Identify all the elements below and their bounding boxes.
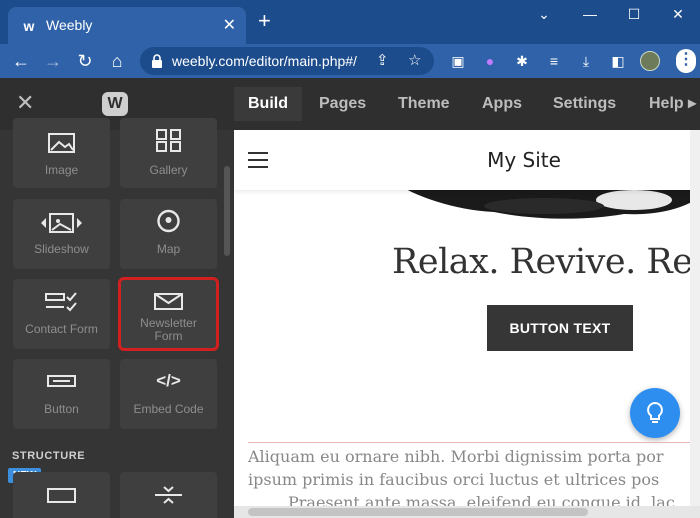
- tab-build[interactable]: Build: [234, 87, 302, 121]
- element-tile-contact-form[interactable]: Contact Form: [13, 279, 110, 349]
- address-bar[interactable]: weebly.com/editor/main.php#/ ⇪ ☆: [140, 47, 434, 75]
- browser-tab[interactable]: w Weebly ✕: [8, 7, 246, 44]
- tab-help[interactable]: Help ▸: [635, 87, 696, 121]
- minimize-icon[interactable]: —: [580, 6, 600, 22]
- site-title[interactable]: My Site: [487, 148, 561, 172]
- extensions-puzzle-icon[interactable]: ✱: [512, 51, 532, 71]
- profile-avatar[interactable]: [640, 51, 660, 71]
- divider-icon: [155, 486, 182, 504]
- element-tile-slideshow[interactable]: Slideshow: [13, 199, 110, 269]
- help-lightbulb-button[interactable]: [630, 388, 680, 438]
- element-tile-map[interactable]: Map: [120, 199, 217, 269]
- weebly-favicon-icon: w: [23, 18, 35, 34]
- tile-label: Gallery: [149, 163, 188, 177]
- close-tab-icon[interactable]: ✕: [223, 15, 236, 35]
- tab-title: Weebly: [46, 17, 93, 33]
- close-window-icon[interactable]: ✕: [668, 6, 688, 23]
- bookmark-star-icon[interactable]: ☆: [408, 51, 421, 69]
- tile-label: Embed Code: [133, 402, 204, 416]
- hero-tagline[interactable]: Relax. Revive. Repeat: [392, 242, 700, 282]
- structure-section-label: STRUCTURE: [12, 450, 86, 462]
- tile-label: Contact Form: [25, 322, 98, 336]
- paragraph-line: ipsum primis in faucibus orci luctus et …: [248, 470, 660, 489]
- tab-search-icon[interactable]: ⌄: [534, 6, 554, 23]
- share-icon[interactable]: ⇪: [376, 51, 389, 69]
- home-icon[interactable]: ⌂: [106, 50, 128, 72]
- body-paragraph[interactable]: Aliquam eu ornare nibh. Morbi dignissim …: [248, 442, 700, 514]
- paragraph-line: Aliquam eu ornare nibh. Morbi dignissim …: [248, 447, 664, 466]
- slideshow-icon: [41, 213, 82, 233]
- browser-titlebar: w Weebly ✕ + ⌄ — ☐ ✕: [0, 0, 700, 44]
- canvas-vertical-scrollbar[interactable]: [690, 130, 700, 506]
- element-tile-button[interactable]: Button: [13, 359, 110, 429]
- contact-form-icon: [45, 292, 77, 312]
- button-icon: [47, 375, 76, 387]
- tile-label: Slideshow: [34, 242, 89, 256]
- map-pin-icon: [157, 209, 180, 233]
- sidebar-scrollbar[interactable]: [224, 166, 230, 256]
- lightbulb-icon: [647, 401, 663, 423]
- tile-label-line2: Form: [154, 329, 183, 343]
- hamburger-menu-icon[interactable]: [248, 152, 268, 168]
- image-icon: [48, 133, 75, 153]
- envelope-icon: [154, 293, 183, 310]
- gallery-icon: [156, 129, 181, 152]
- site-header: My Site: [234, 130, 700, 190]
- extension-circle-icon[interactable]: ●: [480, 51, 500, 71]
- lock-icon: [152, 54, 162, 68]
- download-icon[interactable]: ⤓: [576, 51, 596, 71]
- media-queue-icon[interactable]: ≡: [544, 51, 564, 71]
- element-tile-newsletter-form[interactable]: Newsletter Form: [118, 277, 219, 351]
- hero-button[interactable]: BUTTON TEXT: [487, 305, 633, 351]
- back-icon[interactable]: ←: [10, 50, 32, 72]
- tab-settings[interactable]: Settings: [539, 87, 630, 121]
- elements-sidebar: Image Gallery Slideshow Map Contact Form…: [0, 118, 234, 518]
- element-tile-image[interactable]: Image: [13, 118, 110, 188]
- element-tile-divider[interactable]: [120, 472, 217, 518]
- canvas-horizontal-scrollbar[interactable]: [234, 506, 700, 518]
- url-text: weebly.com/editor/main.php#/: [172, 53, 357, 69]
- element-tile-gallery[interactable]: Gallery: [120, 118, 217, 188]
- close-editor-icon[interactable]: ✕: [16, 90, 34, 116]
- browser-menu-icon[interactable]: ⋮: [676, 49, 696, 73]
- tile-label: Image: [44, 163, 79, 177]
- tab-pages[interactable]: Pages: [305, 87, 380, 121]
- browser-toolbar: ← → ↻ ⌂ weebly.com/editor/main.php#/ ⇪ ☆…: [0, 44, 700, 78]
- tile-label: Button: [44, 402, 79, 416]
- horizontal-scroll-thumb[interactable]: [248, 508, 588, 516]
- side-panel-icon[interactable]: ◧: [608, 51, 628, 71]
- maximize-icon[interactable]: ☐: [624, 6, 644, 23]
- weebly-logo-icon: W: [102, 92, 128, 116]
- tab-theme[interactable]: Theme: [384, 87, 464, 121]
- site-canvas[interactable]: My Site Relax. Revive. Repeat BUTTON TEX…: [234, 130, 700, 518]
- tile-label: Map: [156, 242, 181, 256]
- code-icon: </>: [156, 371, 181, 390]
- extension-screen-icon[interactable]: ▣: [448, 51, 468, 71]
- tab-apps[interactable]: Apps: [468, 87, 536, 121]
- reload-icon[interactable]: ↻: [74, 50, 96, 72]
- element-tile-section[interactable]: [13, 472, 110, 518]
- element-tile-embed-code[interactable]: </> Embed Code: [120, 359, 217, 429]
- forward-icon[interactable]: →: [42, 50, 64, 72]
- new-tab-icon[interactable]: +: [258, 10, 271, 32]
- section-icon: [47, 488, 76, 503]
